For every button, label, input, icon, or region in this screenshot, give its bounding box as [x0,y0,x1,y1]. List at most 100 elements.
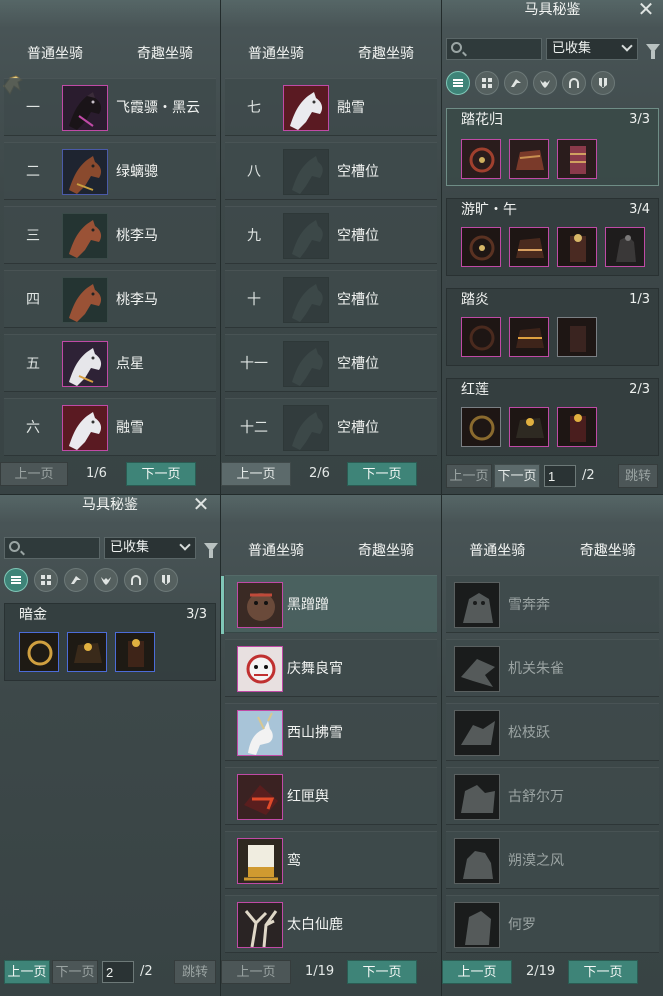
bridle-icon[interactable] [461,139,501,179]
fun-mount-item[interactable]: 庆舞良宵 [225,639,437,697]
stirrup-icon[interactable] [557,139,597,179]
collection-filter-select[interactable]: 已收集 [104,537,196,559]
next-page-button[interactable]: 下一页 [347,960,417,984]
bridle-icon[interactable] [461,317,501,357]
tab-normal-mounts[interactable]: 普通坐骑 [442,537,553,565]
stirrup-icon[interactable] [557,317,597,357]
mount-slot-4[interactable]: 四 桃李马 [4,270,216,328]
wings-icon[interactable] [94,568,118,592]
prev-page-button[interactable]: 上一页 [0,462,68,486]
tab-fun-mounts[interactable]: 奇趣坐骑 [331,40,441,68]
bridle-icon[interactable] [461,227,501,267]
fun-mount-item[interactable]: 西山拂雪 [225,703,437,761]
fun-mount-item[interactable]: 红匣舆 [225,767,437,825]
stirrup-icon[interactable] [115,632,155,672]
slot-number: 三 [26,228,40,244]
mount-slot-2[interactable]: 二 绿螭骢 [4,142,216,200]
shield-icon[interactable] [154,568,178,592]
equipment-set-card[interactable]: 游旷・午 3/4 [446,198,659,276]
prev-page-button[interactable]: 上一页 [4,960,50,984]
prev-page-button[interactable]: 上一页 [442,960,512,984]
search-field[interactable] [4,537,100,559]
filter-icon[interactable] [204,543,218,558]
mount-slot-8[interactable]: 八 空槽位 [225,142,437,200]
horse-portrait-icon [62,85,108,131]
mount-tabs: 普通坐骑 奇趣坐骑 [221,537,441,565]
grid-icon[interactable] [475,71,499,95]
armor-icon[interactable] [605,227,645,267]
equipment-set-card[interactable]: 踏花归 3/3 [446,108,659,186]
close-icon[interactable]: ✕ [190,495,212,517]
mount-portrait-icon [237,646,283,692]
horseshoe-icon[interactable] [124,568,148,592]
locked-mount-item[interactable]: 松枝跃 [446,703,659,761]
saddle-item-icon[interactable] [509,317,549,357]
search-field[interactable] [446,38,542,60]
locked-mount-item[interactable]: 机关朱雀 [446,639,659,697]
tab-normal-mounts[interactable]: 普通坐骑 [221,537,331,565]
saddle-item-icon[interactable] [67,632,107,672]
wings-icon[interactable] [533,71,557,95]
saddle-icon[interactable] [504,71,528,95]
fun-mount-item[interactable]: 鸾 [225,831,437,889]
mount-slot-7[interactable]: 七 融雪 [225,78,437,136]
tab-normal-mounts[interactable]: 普通坐骑 [221,40,331,68]
mount-slot-1[interactable]: 一 飞霞骠・黑云 [4,78,216,136]
locked-mount-item[interactable]: 朔漠之风 [446,831,659,889]
grid-icon[interactable] [34,568,58,592]
tab-fun-mounts[interactable]: 奇趣坐骑 [110,40,220,68]
saddle-item-icon[interactable] [509,227,549,267]
mount-name: 空槽位 [337,420,379,436]
list-icon[interactable] [446,71,470,95]
tab-fun-mounts[interactable]: 奇趣坐骑 [331,537,441,565]
collection-filter-select[interactable]: 已收集 [546,38,638,60]
saddle-icon[interactable] [64,568,88,592]
mount-slot-11[interactable]: 十一 空槽位 [225,334,437,392]
shield-icon[interactable] [591,71,615,95]
locked-mount-item[interactable]: 何罗 [446,895,659,953]
mount-name: 融雪 [337,100,365,116]
prev-page-button[interactable]: 上一页 [446,464,492,488]
page-number-input[interactable] [102,961,134,983]
jump-button[interactable]: 跳转 [618,464,658,488]
mount-slot-6[interactable]: 六 融雪 [4,398,216,456]
equipment-set-card[interactable]: 红莲 2/3 [446,378,659,456]
locked-mount-item[interactable]: 古舒尔万 [446,767,659,825]
equipment-set-card[interactable]: 暗金 3/3 [4,603,216,681]
mount-slot-9[interactable]: 九 空槽位 [225,206,437,264]
mount-slot-10[interactable]: 十 空槽位 [225,270,437,328]
empty-slot-icon [283,213,329,259]
saddle-item-icon[interactable] [509,139,549,179]
stirrup-icon[interactable] [557,407,597,447]
equipment-set-card[interactable]: 踏炎 1/3 [446,288,659,366]
mount-name: 黑蹭蹭 [287,597,329,613]
mount-slot-3[interactable]: 三 桃李马 [4,206,216,264]
panel-title: 马具秘鉴 [524,2,581,18]
next-page-button[interactable]: 下一页 [52,960,98,984]
tab-normal-mounts[interactable]: 普通坐骑 [0,40,110,68]
locked-mount-portrait-icon [454,838,500,884]
saddle-item-icon[interactable] [509,407,549,447]
fun-mount-item[interactable]: 太白仙鹿 [225,895,437,953]
fun-mount-item[interactable]: 黑蹭蹭 [221,575,437,634]
next-page-button[interactable]: 下一页 [126,462,196,486]
next-page-button[interactable]: 下一页 [494,464,540,488]
bridle-icon[interactable] [19,632,59,672]
filter-icon[interactable] [646,44,660,59]
horseshoe-icon[interactable] [562,71,586,95]
mount-slot-12[interactable]: 十二 空槽位 [225,398,437,456]
slot-number: 十 [247,292,261,308]
jump-button[interactable]: 跳转 [174,960,216,984]
page-number-input[interactable] [544,465,576,487]
locked-mount-item[interactable]: 雪奔奔 [446,575,659,633]
prev-page-button[interactable]: 上一页 [221,462,291,486]
bridle-icon[interactable] [461,407,501,447]
prev-page-button[interactable]: 上一页 [221,960,291,984]
next-page-button[interactable]: 下一页 [568,960,638,984]
mount-slot-5[interactable]: 五 点星 [4,334,216,392]
tab-fun-mounts[interactable]: 奇趣坐骑 [553,537,663,565]
next-page-button[interactable]: 下一页 [347,462,417,486]
close-icon[interactable]: ✕ [635,0,657,22]
list-icon[interactable] [4,568,28,592]
stirrup-icon[interactable] [557,227,597,267]
